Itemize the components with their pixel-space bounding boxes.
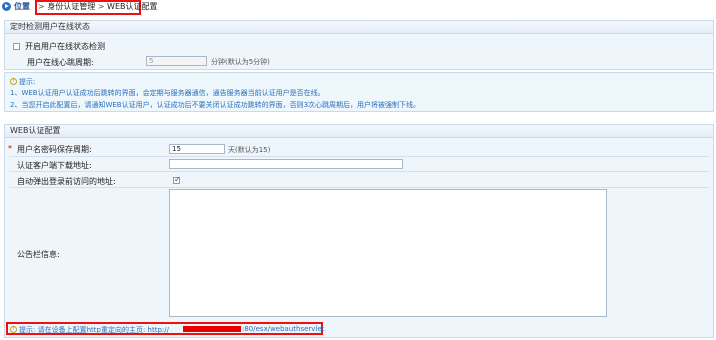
required-mark: * [8,144,12,153]
heartbeat-period-input[interactable]: 5 [146,56,207,66]
info-icon: ! [10,326,17,333]
client-download-label: 认证客户端下载地址: [17,161,92,170]
password-period-label: 用户名密码保存周期: [17,145,92,154]
tips-line-2: 2、当您开启此配置后，请通知WEB认证用户，认证成功后不要关闭认证成功跳转的界面… [10,101,421,109]
row-divider [9,171,709,172]
online-check-panel: 定时检测用户在线状态 开启用户在线状态检测 用户在线心跳周期: 5 分钟(默认为… [4,20,714,70]
breadcrumb-bar: 位置 > 身份认证管理 > WEB认证配置 [0,0,716,15]
web-auth-title: WEB认证配置 [5,125,713,138]
heartbeat-period-hint: 分钟(默认为5分钟) [211,58,270,66]
breadcrumb-separator: > [97,2,105,11]
tips-panel: ! 提示: 1、WEB认证用户认证成功后跳转的界面，会定期与服务器通信，通告服务… [4,72,714,112]
web-auth-panel: WEB认证配置 * 用户名密码保存周期: 15 天(默认为15) 认证客户端下载… [4,124,714,338]
tips-line-1: 1、WEB认证用户认证成功后跳转的界面，会定期与服务器通信，通告服务器当前认证用… [10,89,325,97]
notice-textarea[interactable] [169,189,607,317]
breadcrumb: > 身份认证管理 > WEB认证配置 [38,1,158,12]
notice-label: 公告栏信息: [17,250,60,259]
redirect-tip-box: ! 提示: 请在设备上配置http重定向的主页: http:// :80/esx… [6,322,325,335]
info-icon: ! [10,78,17,85]
redacted-host [183,326,241,332]
location-icon [2,2,11,11]
tips-title: 提示: [19,78,36,86]
password-period-input[interactable]: 15 [169,144,225,154]
redirect-tip-prefix: 提示: 请在设备上配置http重定向的主页: http:// [19,326,169,334]
auto-popup-checkbox[interactable] [173,175,181,184]
breadcrumb-item-identity-auth[interactable]: 身份认证管理 [47,2,95,11]
row-divider [9,156,709,157]
breadcrumb-position-label: 位置 [14,2,30,11]
breadcrumb-item-web-auth-config: WEB认证配置 [107,2,158,11]
client-download-input[interactable] [169,159,403,169]
password-period-hint: 天(默认为15) [228,146,271,154]
online-check-title: 定时检测用户在线状态 [5,21,713,34]
row-divider [9,187,709,188]
auto-popup-label: 自动弹出登录前访问的地址: [17,177,116,186]
enable-online-check-checkbox[interactable] [13,43,20,50]
breadcrumb-separator: > [38,2,45,11]
heartbeat-period-label: 用户在线心跳周期: [27,58,94,67]
redirect-tip-suffix: :80/esx/webauthservlet [242,325,325,333]
enable-online-check-label: 开启用户在线状态检测 [25,42,105,51]
